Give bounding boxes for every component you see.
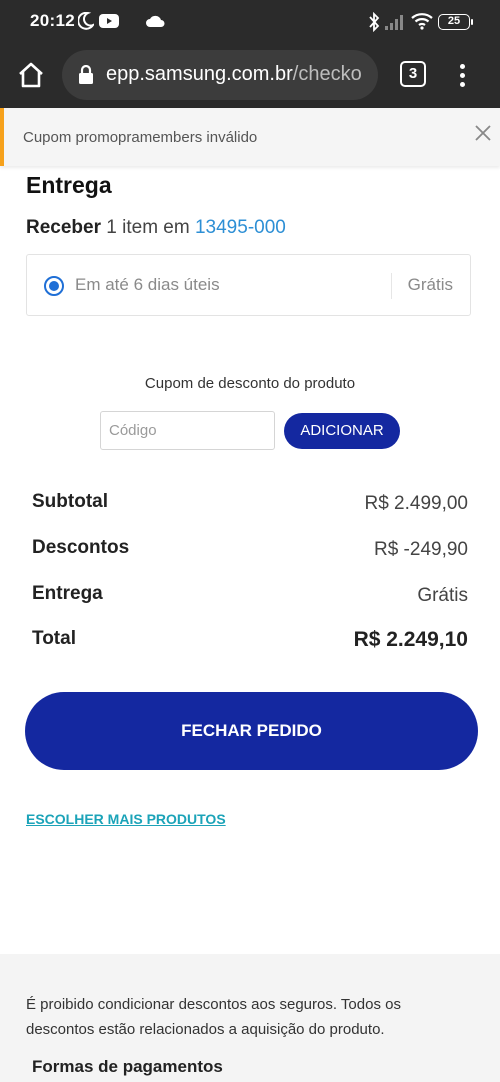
bluetooth-icon xyxy=(368,11,380,37)
shipping-option[interactable]: Em até 6 dias úteis Grátis xyxy=(26,254,471,316)
discount-policy-note: É proibido condicionar descontos aos seg… xyxy=(26,996,401,1038)
coupon-code-input[interactable] xyxy=(100,411,275,450)
coupon-title: Cupom de desconto do produto xyxy=(144,375,356,392)
discount-label: Descontos xyxy=(32,537,130,558)
coupon-error-alert: Cupom promopramembers inválido xyxy=(0,108,500,166)
footer: É proibido condicionar descontos aos seg… xyxy=(0,954,500,1082)
url-path: /checko xyxy=(292,63,362,85)
home-icon[interactable] xyxy=(16,60,46,90)
address-bar[interactable]: epp.samsung.com.br/checko xyxy=(62,50,378,100)
choose-more-products-link[interactable]: ESCOLHER MAIS PRODUTOS xyxy=(26,811,226,827)
close-icon[interactable] xyxy=(472,122,494,144)
receive-label: Receber xyxy=(26,217,101,238)
shipping-option-label: Em até 6 dias úteis xyxy=(75,275,220,294)
youtube-icon xyxy=(99,13,119,34)
subtotal-row: Subtotal R$ 2.499,00 xyxy=(32,491,468,517)
total-row: Total R$ 2.249,10 xyxy=(32,628,468,658)
moon-icon xyxy=(77,11,96,35)
battery-icon: 25 xyxy=(438,14,473,30)
url-host: epp.samsung.com.br xyxy=(106,63,293,85)
lock-icon xyxy=(78,64,94,90)
receive-items: 1 item em xyxy=(106,217,190,238)
wifi-icon xyxy=(411,12,433,35)
signal-icon xyxy=(385,14,405,35)
overflow-menu-icon[interactable] xyxy=(452,60,472,92)
payment-methods-heading: Formas de pagamentos xyxy=(32,1057,223,1076)
cloud-icon xyxy=(145,14,165,33)
total-value: R$ 2.249,10 xyxy=(353,628,468,651)
total-label: Total xyxy=(32,628,76,649)
delivery-destination: Receber 1 item em 13495-000 xyxy=(26,217,286,239)
shipping-label: Entrega xyxy=(32,583,103,604)
status-time: 20:12 xyxy=(30,11,75,30)
shipping-option-radio[interactable] xyxy=(44,276,64,296)
checkout-button[interactable]: FECHAR PEDIDO xyxy=(25,692,478,770)
discount-row: Descontos R$ -249,90 xyxy=(32,537,468,563)
divider xyxy=(391,273,392,299)
subtotal-value: R$ 2.499,00 xyxy=(364,493,468,514)
subtotal-label: Subtotal xyxy=(32,491,108,512)
shipping-row: Entrega Grátis xyxy=(32,583,468,609)
shipping-option-price: Grátis xyxy=(407,275,453,294)
zip-code-link[interactable]: 13495-000 xyxy=(195,217,286,238)
add-coupon-button[interactable]: ADICIONAR xyxy=(284,413,400,449)
url-text: epp.samsung.com.br/checko xyxy=(106,63,362,86)
shipping-value: Grátis xyxy=(417,585,468,606)
discount-value: R$ -249,90 xyxy=(373,539,468,560)
delivery-heading: Entrega xyxy=(26,172,112,198)
browser-toolbar: epp.samsung.com.br/checko 3 xyxy=(0,44,500,108)
alert-message: Cupom promopramembers inválido xyxy=(23,129,258,146)
tab-switcher-button[interactable]: 3 xyxy=(400,61,426,87)
status-bar: 20:12 25 xyxy=(0,0,500,44)
